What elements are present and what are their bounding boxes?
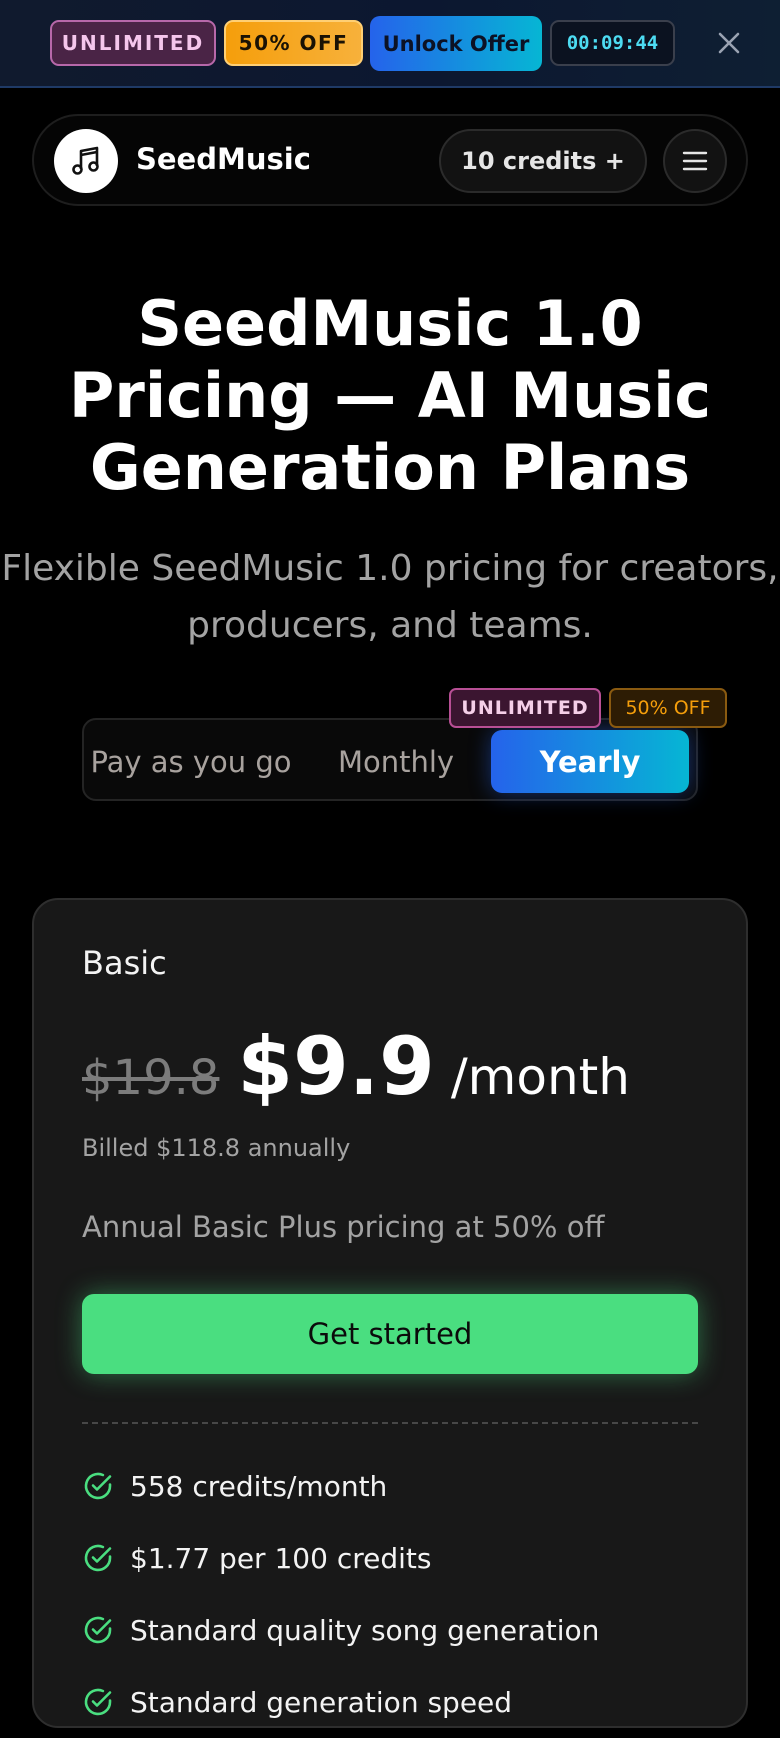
music-note-icon[interactable] [54, 129, 118, 193]
page-subtitle: Flexible SeedMusic 1.0 pricing for creat… [1, 548, 779, 646]
billing-option-monthly[interactable]: Monthly [306, 730, 486, 793]
feature-item: 558 credits/month [82, 1450, 599, 1522]
plan-description: Annual Basic Plus pricing at 50% off [82, 1210, 605, 1244]
billing-option-pay-as-you-go[interactable]: Pay as you go [84, 730, 298, 793]
discount-badge: 50% OFF [224, 20, 363, 66]
billing-note: Billed $118.8 annually [82, 1134, 351, 1162]
check-circle-icon [82, 1470, 114, 1502]
feature-item: Standard quality song generation [82, 1594, 599, 1666]
feature-text: $1.77 per 100 credits [130, 1541, 432, 1575]
feature-text: Standard quality song generation [130, 1613, 600, 1647]
check-circle-icon [82, 1614, 114, 1646]
unlimited-badge: UNLIMITED [50, 20, 216, 66]
billing-option-yearly[interactable]: Yearly [491, 730, 689, 793]
billing-period-toggle: Pay as you go Monthly Yearly [82, 718, 698, 801]
brand-name[interactable]: SeedMusic [136, 142, 311, 176]
countdown-timer: 00:09:44 [550, 20, 675, 66]
price-row: $19.8 $9.9 /month [82, 1020, 630, 1113]
current-price: $9.9 [237, 1020, 435, 1113]
yearly-discount-badge: 50% OFF [609, 688, 727, 728]
price-period: /month [450, 1048, 630, 1106]
feature-item: Standard generation speed [82, 1666, 599, 1738]
check-circle-icon [82, 1686, 114, 1718]
credits-button[interactable]: 10 credits + [439, 129, 647, 193]
unlock-offer-button[interactable]: Unlock Offer [370, 16, 542, 71]
original-price: $19.8 [82, 1050, 220, 1106]
plan-name: Basic [82, 944, 167, 982]
feature-text: 558 credits/month [130, 1469, 388, 1503]
feature-item: $1.77 per 100 credits [82, 1522, 599, 1594]
feature-list: 558 credits/month $1.77 per 100 credits … [82, 1450, 599, 1738]
feature-text: Standard generation speed [130, 1685, 513, 1719]
site-header: SeedMusic 10 credits + [32, 114, 748, 206]
check-circle-icon [82, 1542, 114, 1574]
close-icon[interactable] [714, 28, 744, 58]
yearly-unlimited-badge: UNLIMITED [449, 688, 601, 728]
page-title: SeedMusic 1.0 Pricing — AI Music Generat… [68, 287, 712, 504]
divider [82, 1422, 698, 1424]
get-started-button[interactable]: Get started [82, 1294, 698, 1374]
promo-bar: UNLIMITED 50% OFF Unlock Offer 00:09:44 [0, 0, 780, 88]
pricing-card-basic: Basic $19.8 $9.9 /month Billed $118.8 an… [32, 898, 748, 1728]
hamburger-menu-icon[interactable] [663, 129, 727, 193]
